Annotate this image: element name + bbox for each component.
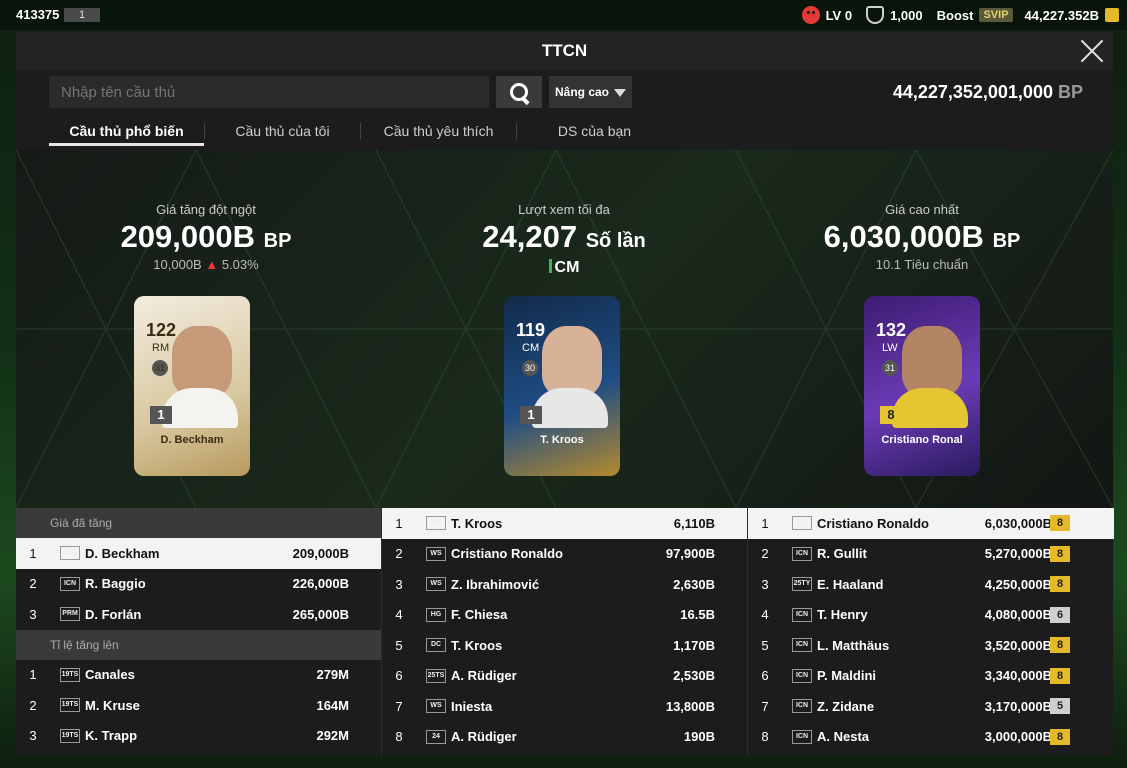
level-label: LV 0 [825,7,853,23]
list-item[interactable]: 1 ICN D. Beckham 209,000B [16,538,381,569]
list-item[interactable]: 1 19TS Canales 279M [16,660,381,691]
tab-favorite-players[interactable]: Cầu thủ yêu thích [361,116,516,146]
list-item[interactable]: 3 PRM D. Forlán 265,000B [16,599,381,630]
list-item[interactable]: 4 ICN T. Henry 4,080,000B 6 [748,600,1114,631]
tab-my-players[interactable]: Cầu thủ của tôi [205,116,360,146]
list-item[interactable]: 8 ICN A. Nesta 3,000,000B 8 [748,722,1114,753]
player-photo [542,326,602,396]
price-rise-panel: Giá đã tăng 1 ICN D. Beckham 209,000B 2 ICN R… [16,508,381,756]
player-card-beckham[interactable]: 122 RM 31 1 D. Beckham [134,296,250,476]
advanced-dropdown[interactable]: Nâng cao [549,76,632,108]
section-header: Tỉ lệ tăng lên [16,629,381,660]
highlight-price-surge: Giá tăng đột ngột 209,000B BP 10,000B ▲ … [120,202,292,272]
advanced-label: Nâng cao [555,85,610,99]
shield-value: 1,000 [890,7,923,23]
list-item[interactable]: 7 ICN Z. Zidane 3,170,000B 5 [748,691,1114,722]
top-status-bar: 413375 1 LV 0 1,000 Boost SVIP 44,227.35… [0,0,1127,30]
list-item[interactable]: 8 24 A. Rüdiger 190B [382,722,747,753]
level-badge: 8 [1050,515,1070,531]
level-badge: 6 [1050,606,1070,623]
list-item[interactable]: 5 DC T. Kroos 1,170B [382,630,747,661]
list-item[interactable]: 7 WS Iniesta 13,800B [382,691,747,722]
list-item[interactable]: 3 25TY E. Haaland 4,250,000B 8 [748,569,1114,600]
list-item[interactable]: 1 CU Cristiano Ronaldo 6,030,000B 8 [748,508,1114,539]
player-search-input[interactable] [49,76,489,108]
bp-balance: 44,227,352,001,000 BP [892,82,1083,102]
list-item[interactable]: 1 WS T. Kroos 6,110B [382,508,747,539]
highlight-most-viewed: Lượt xem tối đa 24,207 Số lần CM [399,202,729,277]
list-item[interactable]: 5 ICN L. Matthäus 3,520,000B 8 [748,630,1114,661]
top-currency-group: LV 0 1,000 Boost SVIP 44,227.352B [801,4,1119,26]
level-badge: 8 [1050,728,1070,745]
close-icon[interactable] [1079,38,1105,64]
sad-face-icon [801,6,820,24]
modal-header: TTCN [16,32,1113,70]
bp-total: 44,227.352B [1024,7,1099,23]
list-item[interactable]: 2 ICN R. Baggio 226,000B [16,569,381,600]
most-viewed-panel: 1 WS T. Kroos 6,110B 2 WS Cristiano Ronaldo 97… [381,508,747,756]
list-item[interactable]: 4 HG F. Chiesa 16.5B [382,600,747,631]
list-item[interactable]: 2 19TS M. Kruse 164M [16,690,381,721]
tab-bar: Cầu thủ phổ biến Cầu thủ của tôi Cầu thủ… [49,116,672,146]
section-header: Giá đã tăng [16,508,381,538]
level-badge: 8 [1050,667,1070,684]
list-item[interactable]: 6 25TS A. Rüdiger 2,530B [382,661,747,692]
highest-price-panel: 1 CU Cristiano Ronaldo 6,030,000B 8 2 ICN R. G… [747,508,1114,756]
shield-icon [866,6,885,24]
player-card-kroos[interactable]: 119 CM 30 1 T. Kroos [504,296,620,476]
list-item[interactable]: 6 ICN P. Maldini 3,340,000B 8 [748,661,1114,692]
player-photo [902,326,962,396]
list-item[interactable]: 3 19TS K. Trapp 292M [16,721,381,752]
boost-label[interactable]: Boost [937,8,974,23]
svip-badge: SVIP [979,8,1013,22]
highlight-highest-price: Giá cao nhất 6,030,000B BP 10.1 Tiêu chu… [823,202,1021,272]
search-button[interactable] [496,76,542,108]
tab-your-list[interactable]: DS của bạn [517,116,672,146]
modal-title: TTCN [541,41,588,60]
player-photo [172,326,232,396]
dropdown-arrow-icon [614,89,626,97]
list-item[interactable]: 2 WS Cristiano Ronaldo 97,900B [382,539,747,570]
transfer-market-modal: TTCN Nâng cao 44,227,352,001,000 BP Cầu … [16,32,1114,756]
level-badge: 5 [1050,698,1070,714]
highlights-area: Giá tăng đột ngột 209,000B BP 10,000B ▲ … [16,150,1113,508]
list-item[interactable]: 2 ICN R. Gullit 5,270,000B 8 [748,539,1114,570]
user-id: 413375 [16,7,60,22]
level-badge: 8 [1050,545,1070,562]
tab-popular-players[interactable]: Cầu thủ phổ biến [49,116,204,146]
player-card-ronaldo[interactable]: 132 LW 31 8 Cristiano Ronal [864,296,980,476]
level-badge: 8 [1050,576,1070,592]
coin-icon [1105,8,1119,22]
user-id-chip: 1 [64,8,100,22]
list-item[interactable]: 3 WS Z. Ibrahimović 2,630B [382,569,747,600]
level-badge: 8 [1050,637,1070,653]
